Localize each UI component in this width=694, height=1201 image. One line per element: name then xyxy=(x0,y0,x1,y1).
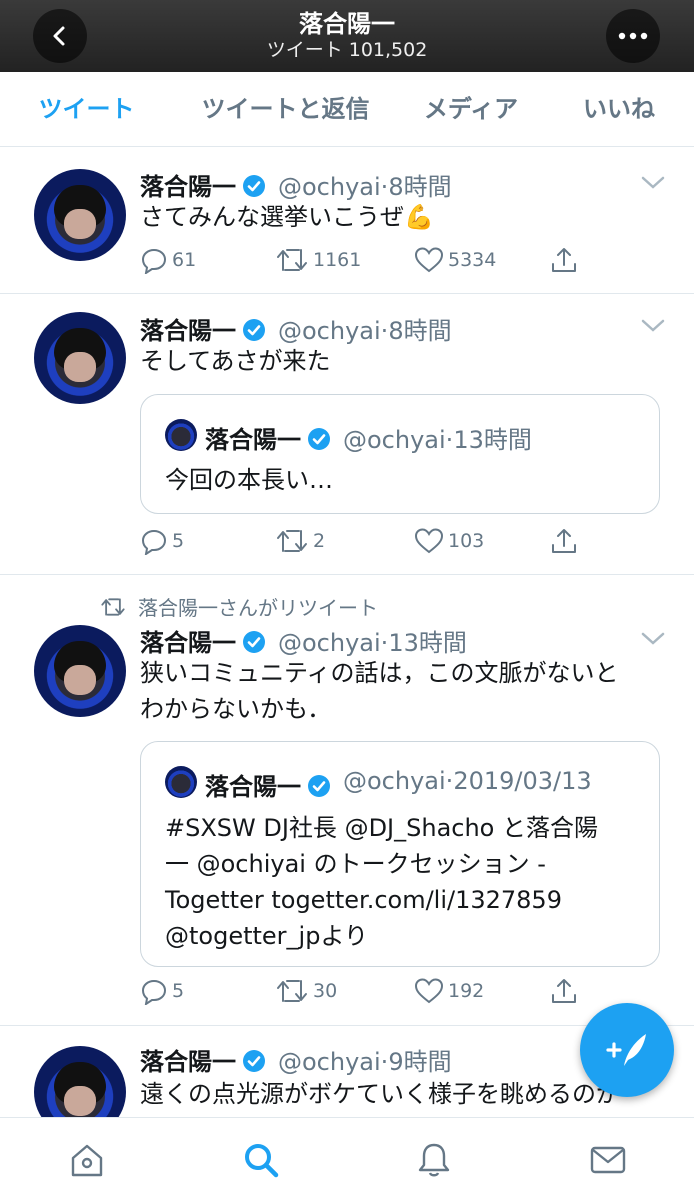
tweet-time: 8時間 xyxy=(388,317,452,345)
notifications-icon xyxy=(418,1143,450,1177)
tab-tweets[interactable]: ツイート xyxy=(0,72,173,146)
reply-icon xyxy=(141,529,167,555)
retweet-icon xyxy=(101,597,125,616)
profile-tabs: ツイート ツイートと返信 メディア いいね xyxy=(0,72,694,217)
avatar[interactable] xyxy=(34,312,126,404)
tweet[interactable]: 落合陽一 @ochyai·8時間 そしてあさが来た 落合陽一 @ochyai·1… xyxy=(0,294,694,575)
author-name[interactable]: 落合陽一 xyxy=(140,311,266,346)
like-button[interactable]: 192 xyxy=(414,977,484,1005)
reply-icon xyxy=(141,979,167,1005)
tweet-time: 8時間 xyxy=(388,173,452,201)
tweet-text: 狭いコミュニティの話は，この文脈がないと わからないかも． xyxy=(140,659,619,723)
compose-button[interactable] xyxy=(580,1003,674,1097)
quote-text: #SXSW DJ社長 @DJ_Shacho と落合陽 一 @ochiyai のト… xyxy=(165,814,598,950)
author-name[interactable]: 落合陽一 xyxy=(140,167,266,202)
author-handle[interactable]: @ochyai·8時間 xyxy=(278,167,452,202)
share-icon xyxy=(552,979,576,1003)
tweet-count: ツイート 101,502 xyxy=(266,39,428,61)
retweet-button[interactable]: 2 xyxy=(275,527,325,555)
chevron-down-icon[interactable] xyxy=(640,631,666,647)
bottom-nav xyxy=(0,1117,694,1201)
more-button[interactable] xyxy=(606,9,660,63)
reply-icon xyxy=(141,248,167,274)
messages-icon xyxy=(590,1146,626,1174)
compose-icon xyxy=(606,1034,646,1066)
author-handle[interactable]: @ochyai·8時間 xyxy=(278,311,452,346)
home-icon xyxy=(71,1144,103,1177)
quoted-tweet[interactable]: 落合陽一 @ochyai·2019/03/13 #SXSW DJ社長 @DJ_S… xyxy=(140,741,660,967)
retweet-button[interactable]: 30 xyxy=(275,977,337,1005)
reply-button[interactable]: 5 xyxy=(140,527,184,555)
author-name[interactable]: 落合陽一 xyxy=(140,623,266,658)
nav-messages[interactable] xyxy=(588,1140,628,1180)
quote-author-handle: @ochyai·2019/03/13 xyxy=(343,767,592,795)
share-button[interactable] xyxy=(550,977,582,1005)
tab-tweets-and-replies[interactable]: ツイートと返信 xyxy=(173,72,398,146)
avatar[interactable] xyxy=(34,1046,126,1117)
share-button[interactable] xyxy=(550,246,582,274)
tweet-text: さてみんな選挙いこうぜ💪 xyxy=(140,203,434,231)
tweet-time: 13時間 xyxy=(388,629,467,657)
verified-icon xyxy=(243,631,265,653)
tweet-actions: 61 1161 5334 xyxy=(140,246,620,280)
nav-home[interactable] xyxy=(67,1140,107,1180)
tweet-time: 9時間 xyxy=(388,1048,452,1076)
page-title: 落合陽一 xyxy=(299,10,395,38)
search-icon xyxy=(245,1144,279,1178)
author-handle[interactable]: @ochyai·9時間 xyxy=(278,1042,452,1077)
reply-button[interactable]: 61 xyxy=(140,246,196,274)
avatar xyxy=(165,766,197,798)
share-button[interactable] xyxy=(550,527,582,555)
avatar[interactable] xyxy=(34,169,126,261)
heart-icon xyxy=(414,247,444,273)
tab-media[interactable]: メディア xyxy=(398,72,544,146)
more-icon xyxy=(618,32,648,40)
avatar[interactable] xyxy=(34,625,126,717)
share-icon xyxy=(552,248,576,272)
retweet-icon xyxy=(277,249,307,271)
chevron-down-icon[interactable] xyxy=(640,318,666,334)
retweet-icon xyxy=(277,980,307,1002)
profile-header: 落合陽一 ツイート 101,502 xyxy=(0,0,694,72)
verified-icon xyxy=(308,775,330,797)
verified-icon xyxy=(243,175,265,197)
tweet[interactable]: 落合陽一さんがリツイート 落合陽一 @ochyai·13時間 狭いコミュニティの… xyxy=(0,575,694,1026)
tweet[interactable]: 落合陽一 @ochyai·8時間 さてみんな選挙いこうぜ💪 61 1161 53… xyxy=(0,147,694,294)
quote-author-handle: @ochyai·13時間 xyxy=(343,426,532,454)
like-button[interactable]: 5334 xyxy=(414,246,496,274)
tweet-actions: 5 2 103 xyxy=(140,527,620,561)
verified-icon xyxy=(308,428,330,450)
tweet-text: そしてあさが来た xyxy=(140,347,331,375)
tweet-actions: 5 30 192 xyxy=(140,977,620,1011)
avatar xyxy=(165,419,197,451)
retweet-button[interactable]: 1161 xyxy=(275,246,361,274)
quote-text: 今回の本長い… xyxy=(165,466,333,494)
reply-button[interactable]: 5 xyxy=(140,977,184,1005)
verified-icon xyxy=(243,1050,265,1072)
quoted-tweet[interactable]: 落合陽一 @ochyai·13時間 今回の本長い… xyxy=(140,394,660,514)
share-icon xyxy=(552,529,576,553)
author-name[interactable]: 落合陽一 xyxy=(140,1042,266,1077)
tab-likes[interactable]: いいね xyxy=(544,72,694,146)
verified-icon xyxy=(243,319,265,341)
nav-notifications[interactable] xyxy=(414,1140,454,1180)
heart-icon xyxy=(414,978,444,1004)
nav-search[interactable] xyxy=(241,1140,281,1180)
heart-icon xyxy=(414,528,444,554)
quote-author-name: 落合陽一 xyxy=(205,420,331,455)
author-handle[interactable]: @ochyai·13時間 xyxy=(278,623,467,658)
like-button[interactable]: 103 xyxy=(414,527,484,555)
chevron-down-icon[interactable] xyxy=(640,175,666,191)
quote-author-name: 落合陽一 xyxy=(205,767,331,802)
retweet-icon xyxy=(277,530,307,552)
retweeted-by[interactable]: 落合陽一さんがリツイート xyxy=(100,592,378,621)
